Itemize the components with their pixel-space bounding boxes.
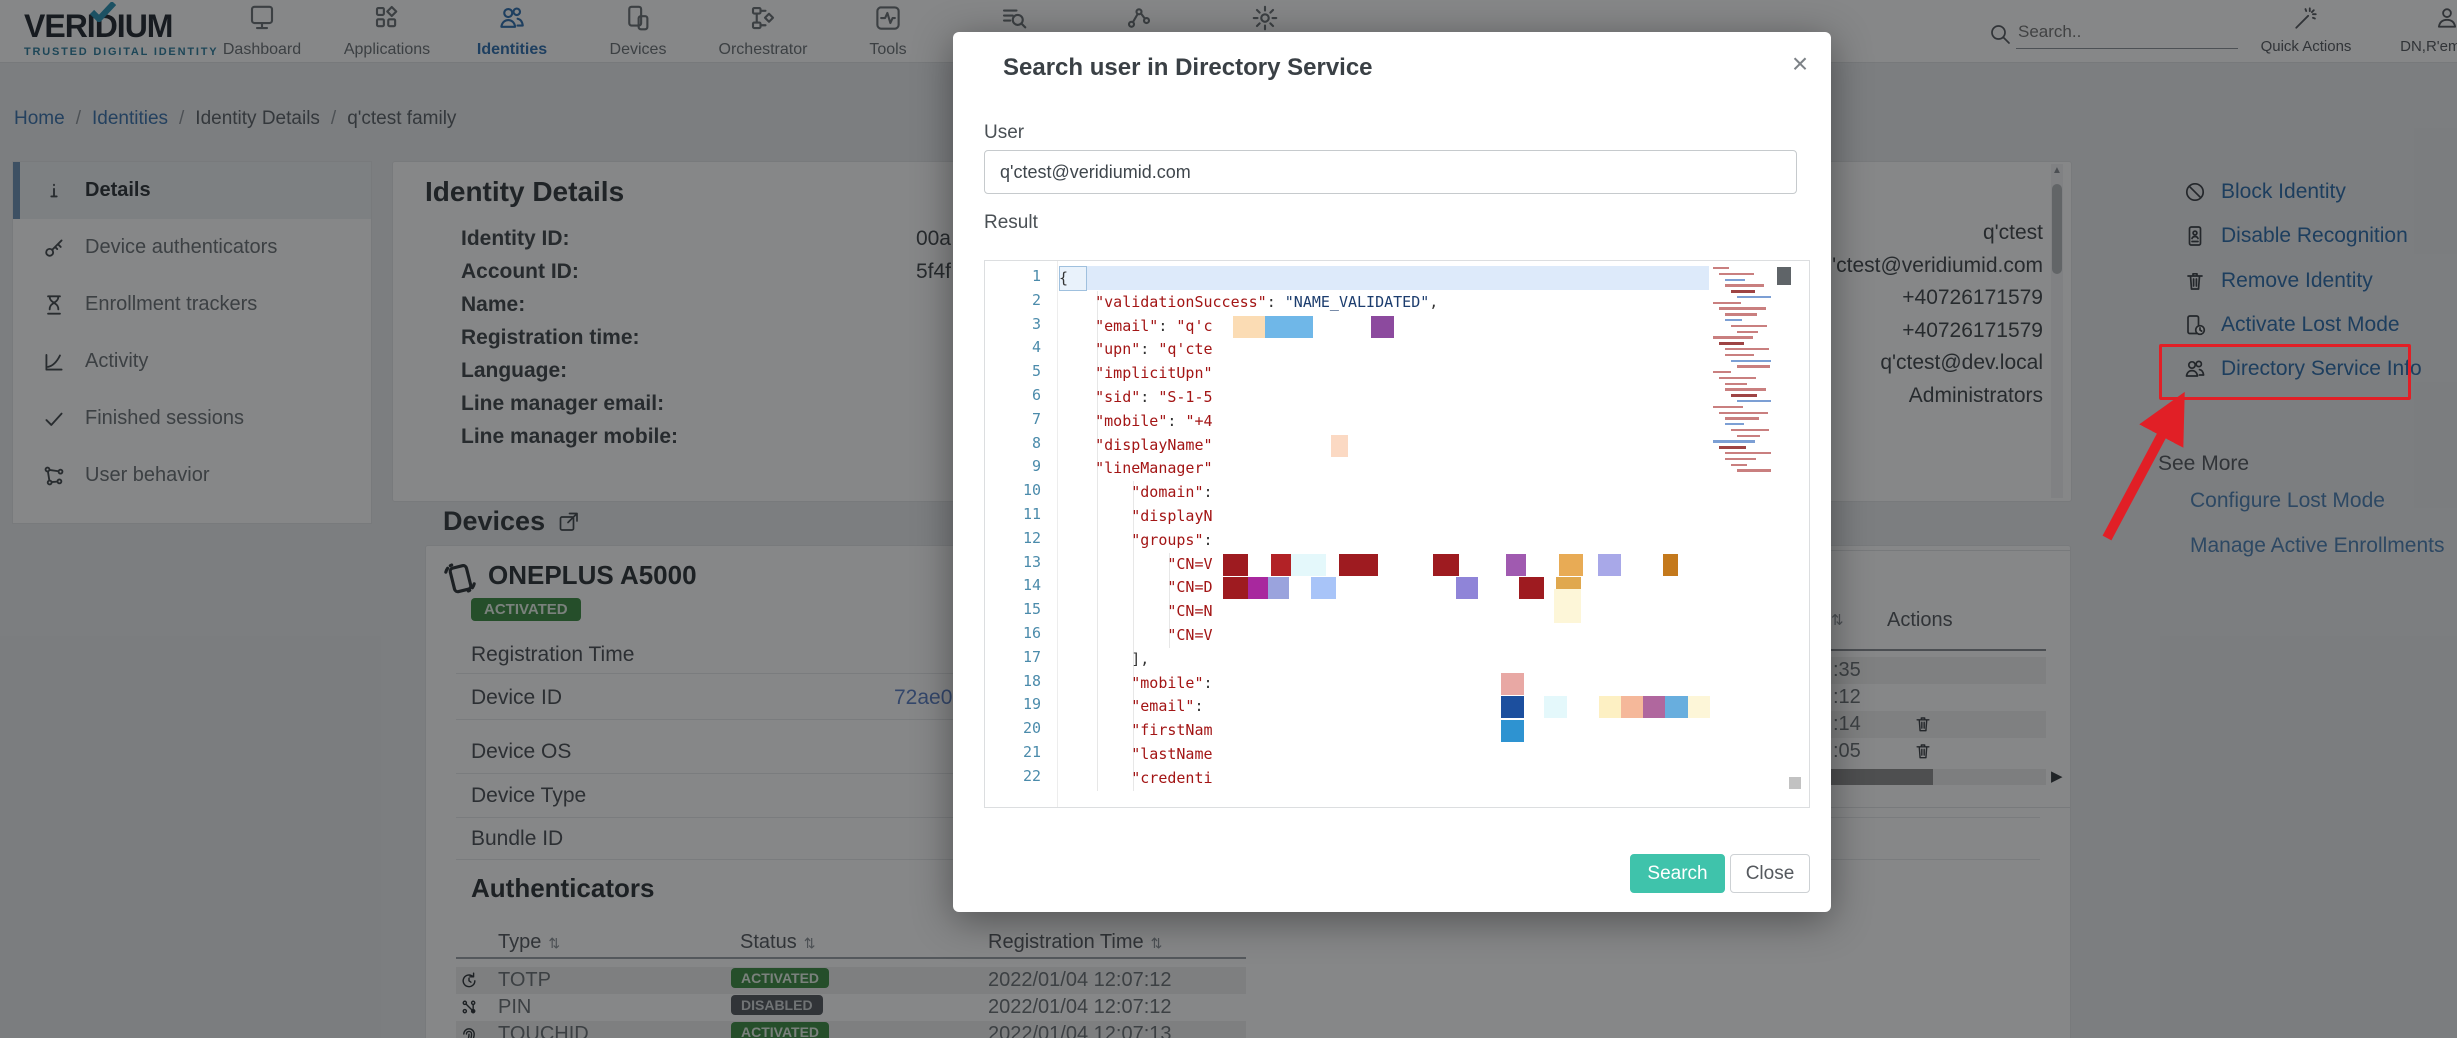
code-line: "validationSuccess": "NAME_VALIDATED", (1059, 291, 1438, 314)
directory-user-input[interactable] (984, 150, 1797, 194)
redaction-block (1519, 577, 1544, 599)
close-button[interactable]: Close (1730, 854, 1810, 893)
line-number: 22 (985, 767, 1041, 785)
code-line: "implicitUpn" (1059, 362, 1213, 385)
line-number: 5 (985, 362, 1041, 380)
redaction-block (1501, 720, 1524, 742)
search-button[interactable]: Search (1630, 854, 1725, 893)
code-line: "lineManager" (1059, 457, 1213, 480)
line-number: 15 (985, 600, 1041, 618)
code-line: "upn": "q'cte (1059, 338, 1213, 361)
redaction-block (1371, 316, 1394, 338)
line-number: 9 (985, 457, 1041, 475)
line-number: 6 (985, 386, 1041, 404)
redaction-block (1598, 554, 1621, 576)
redaction-block (1233, 316, 1265, 338)
line-number: 21 (985, 743, 1041, 761)
redaction-block (1643, 696, 1665, 718)
current-line-highlight (1059, 266, 1709, 290)
search-directory-modal: Search user in Directory Service × User … (953, 32, 1831, 912)
redaction-block (1665, 696, 1688, 718)
redaction-block (1291, 554, 1326, 576)
redaction-block (1599, 696, 1621, 718)
modal-title: Search user in Directory Service (1003, 54, 1373, 82)
line-number: 19 (985, 695, 1041, 713)
redaction-block (1501, 696, 1524, 718)
redaction-block (1339, 554, 1378, 576)
gutter-separator (1057, 261, 1058, 807)
line-number: 18 (985, 672, 1041, 690)
line-number: 8 (985, 434, 1041, 452)
code-line: "CN=N (1059, 600, 1213, 623)
code-line: "credenti (1059, 767, 1213, 790)
redaction-block (1554, 589, 1581, 623)
code-line: "domain": (1059, 481, 1213, 504)
line-number: 13 (985, 553, 1041, 571)
modal-close-icon[interactable]: × (1783, 48, 1817, 80)
redaction-block (1663, 554, 1678, 576)
code-line: "CN=V (1059, 553, 1213, 576)
redaction-block (1223, 577, 1248, 599)
line-number: 4 (985, 338, 1041, 356)
redaction-block (1559, 554, 1583, 576)
code-line: "mobile": "+4 (1059, 410, 1213, 433)
editor-scrollbar-thumb[interactable] (1777, 267, 1791, 285)
code-line: ], (1059, 648, 1149, 671)
code-line: { (1059, 267, 1068, 290)
redaction-block (1271, 554, 1291, 576)
line-number: 3 (985, 315, 1041, 333)
code-line: "firstNam (1059, 719, 1213, 742)
line-number: 11 (985, 505, 1041, 523)
code-line: "lastName (1059, 743, 1213, 766)
line-number: 20 (985, 719, 1041, 737)
code-line: "sid": "S-1-5 (1059, 386, 1213, 409)
line-number: 16 (985, 624, 1041, 642)
redaction-block (1268, 577, 1289, 599)
redaction-block (1223, 554, 1248, 576)
redaction-block (1248, 577, 1268, 599)
page: VERIDIUM TRUSTED DIGITAL IDENTITY Dashbo… (0, 0, 2457, 1038)
editor-scroll-corner (1789, 777, 1801, 789)
redaction-block (1456, 577, 1478, 599)
line-number: 1 (985, 267, 1041, 285)
line-number: 17 (985, 648, 1041, 666)
result-label: Result (984, 212, 1038, 234)
code-line: "displayName" (1059, 434, 1213, 457)
redaction-block (1621, 696, 1643, 718)
line-number: 2 (985, 291, 1041, 309)
code-line: "groups": (1059, 529, 1213, 552)
code-line: "mobile": (1059, 672, 1213, 695)
redaction-block (1501, 673, 1524, 695)
code-line: "email": "q'c (1059, 315, 1213, 338)
line-number: 10 (985, 481, 1041, 499)
user-field-label: User (984, 122, 1024, 144)
line-number: 12 (985, 529, 1041, 547)
redaction-block (1311, 577, 1336, 599)
redaction-block (1544, 696, 1567, 718)
line-number: 14 (985, 576, 1041, 594)
redaction-block (1265, 316, 1313, 338)
redaction-block (1506, 554, 1526, 576)
result-json-editor[interactable]: 1 {2 "validationSuccess": "NAME_VALIDATED… (984, 260, 1810, 808)
annotation-arrow (2085, 388, 2205, 553)
code-line: "CN=D (1059, 576, 1213, 599)
redaction-block (1331, 435, 1348, 457)
redaction-block (1688, 696, 1710, 718)
line-number: 7 (985, 410, 1041, 428)
minimap[interactable] (1713, 267, 1771, 479)
code-line: "displayN (1059, 505, 1213, 528)
code-line: "CN=V (1059, 624, 1213, 647)
redaction-block (1433, 554, 1459, 576)
code-line: "email": (1059, 695, 1204, 718)
